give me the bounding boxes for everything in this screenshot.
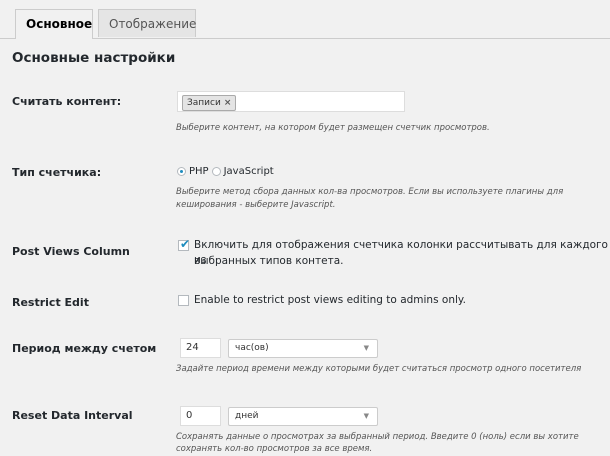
radio-php[interactable] — [177, 166, 186, 176]
chevron-down-icon: ▼ — [363, 412, 369, 420]
restrict-edit-text: Enable to restrict post views editing to… — [194, 294, 466, 306]
counter-type-description-line1: Выберите метод сбора данных кол-ва просм… — [176, 187, 564, 197]
settings-tabs: Основное Отображение — [0, 0, 610, 39]
tab-display[interactable]: Отображение — [98, 9, 196, 37]
tag-remove-icon[interactable]: × — [224, 98, 232, 108]
time-between-counts-input[interactable]: 24 — [180, 338, 221, 358]
counter-type-description-line2: кеширования - выберите Javascript. — [176, 200, 336, 210]
post-views-column-label: Post Views Column — [12, 245, 130, 258]
counter-type-label: Тип счетчика: — [12, 166, 102, 179]
post-views-column-checkbox[interactable]: ✔ — [178, 237, 191, 251]
reset-unit-selected-label: дней — [235, 411, 259, 421]
reset-data-interval-unit-select[interactable]: дней ▼ — [228, 407, 378, 426]
restrict-edit-checkbox[interactable] — [178, 295, 189, 306]
time-between-counts-label: Период между счетом — [12, 342, 157, 355]
count-content-label: Считать контент: — [12, 95, 122, 108]
reset-data-interval-input[interactable]: 0 — [180, 406, 221, 426]
radio-javascript-label[interactable]: JavaScript — [224, 166, 274, 177]
counter-type-radio-group: PHP JavaScript — [177, 164, 277, 178]
restrict-edit-label: Restrict Edit — [12, 296, 89, 309]
reset-data-interval-description-line2: сохранять кол-во просмотров за все время… — [176, 444, 373, 454]
time-unit-selected-label: час(ов) — [235, 343, 269, 353]
content-type-tag-label: Записи — [187, 98, 221, 108]
chevron-down-icon: ▼ — [363, 344, 369, 352]
time-between-counts-unit-select[interactable]: час(ов) ▼ — [228, 339, 378, 358]
check-icon: ✔ — [180, 237, 191, 251]
radio-php-label[interactable]: PHP — [189, 166, 209, 177]
time-between-counts-description: Задайте период времени между которыми бу… — [176, 364, 582, 374]
radio-javascript[interactable] — [211, 166, 221, 176]
reset-data-interval-label: Reset Data Interval — [12, 409, 133, 422]
tab-basic[interactable]: Основное — [15, 9, 93, 39]
post-views-column-text-line2: выбранных типов контета. — [194, 255, 344, 267]
count-content-description: Выберите контент, на котором будет разме… — [176, 123, 490, 133]
section-title: Основные настройки — [12, 50, 176, 66]
content-type-tag: Записи × — [182, 95, 237, 111]
content-type-tag-input[interactable]: Записи × — [177, 91, 405, 112]
